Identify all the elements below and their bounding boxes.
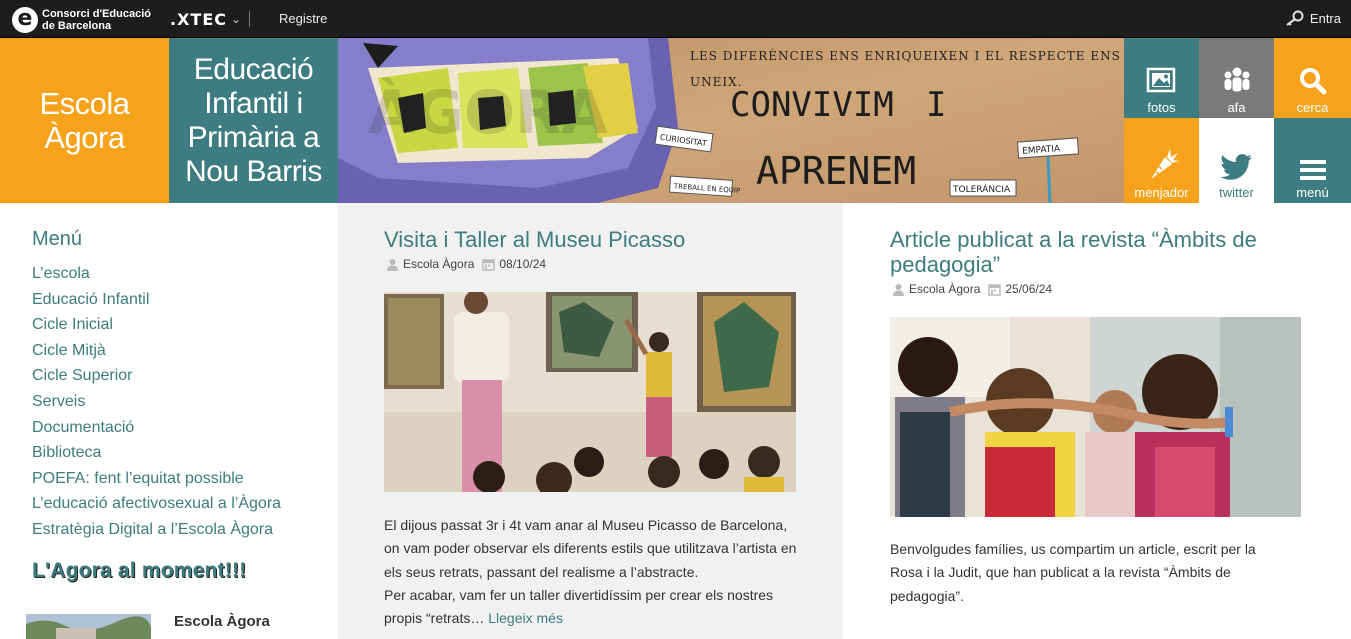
user-icon bbox=[893, 283, 904, 296]
sidebar-item-estrategia-digital[interactable]: Estratègia Digital a l’Escola Àgora bbox=[32, 520, 281, 546]
tile-twitter[interactable]: twitter bbox=[1199, 118, 1274, 203]
consorci-line2: de Barcelona bbox=[42, 19, 112, 32]
login-link[interactable]: Entra bbox=[1284, 10, 1341, 26]
divider bbox=[249, 11, 251, 27]
tile-menjador-label: menjador bbox=[1134, 185, 1189, 200]
search-icon bbox=[1299, 68, 1326, 95]
post-date: 25/06/24 bbox=[1005, 282, 1053, 296]
register-link[interactable]: Registre bbox=[279, 11, 327, 26]
key-icon bbox=[1286, 10, 1304, 26]
read-more-link[interactable]: Llegeix més bbox=[488, 610, 563, 626]
moment-widget-author[interactable]: Escola Àgora bbox=[174, 613, 270, 630]
header-banner: ÀGORA CURIOSITAT TREBALL EN EQUIP LES DI… bbox=[338, 38, 1124, 203]
site-header: Escola Àgora Educació Infantil i Primàri… bbox=[0, 38, 1351, 203]
top-bar: e Consorci d'Educació de Barcelona .XTEC… bbox=[0, 0, 1351, 38]
sidebar: Menú L’escola Educació Infantil Cicle In… bbox=[0, 203, 338, 639]
banner-tag-tolerancia: TOLERÀNCIA bbox=[952, 183, 1011, 195]
post-excerpt: Benvolgudes famílies, us compartim un ar… bbox=[890, 541, 1256, 604]
sidebar-item-cicle-superior[interactable]: Cicle Superior bbox=[32, 366, 281, 392]
menu-title: Menú bbox=[32, 228, 83, 250]
tile-twitter-label: twitter bbox=[1219, 185, 1254, 200]
post-title[interactable]: Visita i Taller al Museu Picasso bbox=[384, 227, 814, 252]
consorci-line1: Consorci d'Educació bbox=[42, 7, 151, 20]
children-embracing-photo bbox=[890, 317, 1301, 517]
sidebar-item-afectivosexual[interactable]: L’educació afectivosexual a l’Àgora bbox=[32, 494, 281, 520]
tile-fotos-label: fotos bbox=[1147, 100, 1176, 115]
consorci-logo[interactable]: e Consorci d'Educació de Barcelona bbox=[12, 6, 162, 33]
post-excerpt-continued: Per acabar, vam fer un taller divertidís… bbox=[384, 586, 774, 627]
post-title[interactable]: Article publicat a la revista “Àmbits de… bbox=[890, 227, 1290, 277]
photos-icon bbox=[1146, 67, 1175, 93]
xtec-menu[interactable]: .XTEC ⌄ bbox=[170, 9, 251, 29]
widget-thumbnail-image bbox=[26, 614, 151, 639]
banner-word-aprenem: APRENEM bbox=[756, 149, 916, 193]
tile-fotos[interactable]: fotos bbox=[1124, 38, 1199, 118]
calendar-icon bbox=[482, 258, 496, 271]
sidebar-item-cicle-mitja[interactable]: Cicle Mitjà bbox=[32, 341, 281, 367]
sidebar-item-serveis[interactable]: Serveis bbox=[32, 392, 281, 418]
shortcut-tiles: fotos afa cerca menjador twitter menú bbox=[1124, 38, 1351, 203]
people-icon bbox=[1224, 67, 1249, 92]
login-label: Entra bbox=[1309, 10, 1341, 26]
tile-afa[interactable]: afa bbox=[1199, 38, 1274, 118]
post-meta: Escola Àgora 25/06/24 bbox=[892, 282, 1052, 296]
school-description: Educació Infantil i Primària a Nou Barri… bbox=[169, 38, 338, 203]
school-name[interactable]: Escola Àgora bbox=[0, 38, 169, 203]
banner-word-i: I bbox=[926, 85, 946, 125]
tile-menu[interactable]: menú bbox=[1274, 118, 1351, 203]
post-date: 08/10/24 bbox=[499, 257, 547, 271]
sidebar-menu: L’escola Educació Infantil Cicle Inicial… bbox=[32, 264, 281, 546]
consorci-logo-text: Consorci d'Educació de Barcelona bbox=[42, 8, 151, 32]
sidebar-item-documentacio[interactable]: Documentació bbox=[32, 418, 281, 444]
tile-cerca-label: cerca bbox=[1296, 100, 1329, 115]
banner-strip-line1: LES DIFERÈNCIES ENS ENRIQUEIXEN I EL RES… bbox=[690, 48, 1121, 63]
museum-visit-photo bbox=[384, 292, 796, 492]
sidebar-item-cicle-inicial[interactable]: Cicle Inicial bbox=[32, 315, 281, 341]
post-card: Visita i Taller al Museu Picasso Escola … bbox=[338, 203, 843, 639]
post-author[interactable]: Escola Àgora bbox=[403, 257, 474, 271]
xtec-logo: .XTEC bbox=[170, 9, 227, 29]
banner-word-convivim: CONVIVIM bbox=[730, 85, 894, 125]
post-card: Article publicat a la revista “Àmbits de… bbox=[843, 203, 1351, 639]
moment-widget-title: L'Agora al moment!!! bbox=[32, 559, 247, 582]
hamburger-menu-icon bbox=[1299, 160, 1326, 180]
tile-menjador[interactable]: menjador bbox=[1124, 118, 1199, 203]
post-image[interactable] bbox=[384, 292, 796, 492]
tile-afa-label: afa bbox=[1227, 100, 1246, 115]
calendar-icon bbox=[988, 283, 1002, 296]
chevron-down-icon: ⌄ bbox=[231, 12, 242, 26]
sidebar-item-poefa[interactable]: POEFA: fent l’equitat possible bbox=[32, 469, 281, 495]
banner-mural-image: ÀGORA CURIOSITAT TREBALL EN EQUIP LES DI… bbox=[338, 38, 1124, 203]
moment-widget-thumbnail[interactable] bbox=[26, 614, 151, 639]
tile-menu-label: menú bbox=[1296, 185, 1329, 200]
post-excerpt-text-2: Per acabar, vam fer un taller divertidís… bbox=[384, 584, 799, 631]
sidebar-item-educacio-infantil[interactable]: Educació Infantil bbox=[32, 290, 281, 316]
carrot-icon bbox=[1150, 149, 1179, 179]
sidebar-item-escola[interactable]: L’escola bbox=[32, 264, 281, 290]
post-image[interactable] bbox=[890, 317, 1301, 517]
post-excerpt: El dijous passat 3r i 4t vam anar al Mus… bbox=[384, 514, 799, 630]
tile-cerca[interactable]: cerca bbox=[1274, 38, 1351, 118]
user-icon bbox=[387, 258, 398, 271]
post-meta: Escola Àgora 08/10/24 bbox=[386, 257, 546, 271]
mural-word: ÀGORA bbox=[368, 77, 608, 148]
sidebar-item-biblioteca[interactable]: Biblioteca bbox=[32, 443, 281, 469]
post-author[interactable]: Escola Àgora bbox=[909, 282, 980, 296]
post-excerpt-text: El dijous passat 3r i 4t vam anar al Mus… bbox=[384, 517, 797, 580]
twitter-icon bbox=[1219, 154, 1252, 180]
consorci-e-icon: e bbox=[12, 6, 38, 33]
